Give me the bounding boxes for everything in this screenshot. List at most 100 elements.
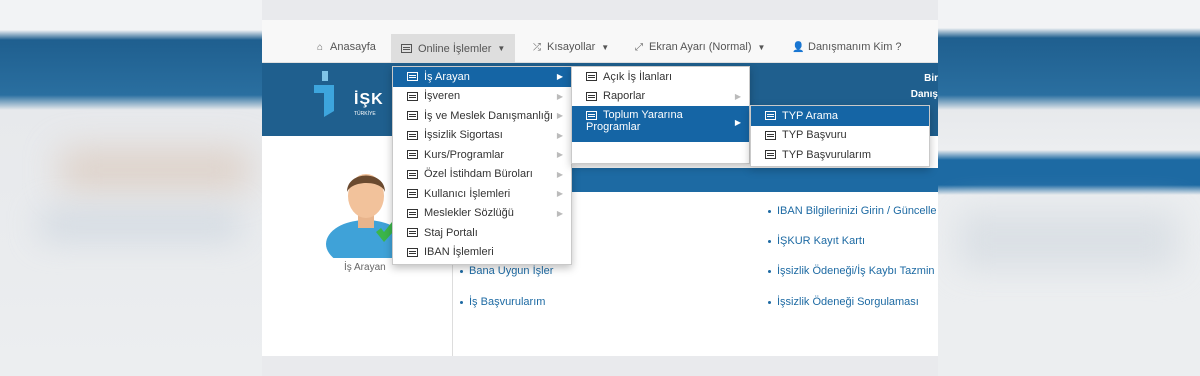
menu-item-label: TYP Başvuru	[782, 129, 847, 142]
menu-item-label: TYP Başvurularım	[782, 148, 872, 161]
menu-item-typ-search[interactable]: TYP Arama	[751, 106, 929, 126]
menu-item-unemployment-insurance[interactable]: İşsizlik Sigortası ▶	[393, 126, 571, 146]
nav-home-label: Anasayfa	[330, 41, 376, 53]
menu-item-occupations-dictionary[interactable]: Meslekler Sözlüğü ▶	[393, 204, 571, 224]
caret-down-icon: ▼	[757, 42, 766, 52]
caret-right-icon: ▶	[556, 130, 563, 140]
bullet-icon	[768, 269, 771, 273]
menu-item-label-row: Toplum Yararına	[586, 109, 683, 121]
list-icon	[407, 91, 418, 101]
caret-right-icon: ▶	[556, 189, 563, 198]
link-my-applications[interactable]: İş Başvurularım	[460, 296, 545, 308]
logo-subtext: TÜRKİYE	[354, 111, 376, 117]
nav-online-operations[interactable]: Online İşlemler ▼	[391, 34, 516, 63]
menu-item-label: Raporlar	[603, 90, 646, 103]
nav-home[interactable]: ⌂ Anasayfa	[314, 34, 376, 60]
logo-mark-icon	[314, 71, 334, 117]
link-label: İşsizlik Ödeneği/İş Kaybı Tazmin	[777, 265, 935, 277]
caret-right-icon: ▶	[734, 118, 741, 127]
menu-item-label: Kullanıcı İşlemleri	[424, 187, 511, 200]
bullet-icon	[460, 269, 463, 273]
nav-online-label: Online İşlemler	[418, 42, 492, 55]
menu-item-job-seeker[interactable]: İş Arayan ▶	[393, 67, 571, 87]
list-icon	[765, 111, 776, 121]
expand-icon: ⤢	[635, 41, 643, 53]
bullet-icon	[768, 300, 771, 304]
menu-item-label: Meslekler Sözlüğü	[424, 207, 514, 220]
list-icon	[407, 228, 418, 238]
menu-item-open-job-listings[interactable]: Açık İş İlanları	[572, 67, 749, 87]
top-navbar: ⌂ Anasayfa Online İşlemler ▼ ⤮ Kısayolla…	[262, 20, 938, 63]
list-icon	[586, 72, 597, 82]
avatar-label: İş Arayan	[344, 262, 386, 273]
caret-right-icon: ▶	[556, 169, 563, 179]
link-label: Bana Uygun İşler	[469, 265, 554, 277]
list-icon	[765, 130, 776, 140]
link-unemployment-benefit[interactable]: İşsizlik Ödeneği/İş Kaybı Tazmin	[768, 265, 935, 277]
page: ⌂ Anasayfa Online İşlemler ▼ ⤮ Kısayolla…	[262, 20, 938, 356]
menu-item-label: İş Arayan	[424, 70, 470, 83]
menu-item-employer[interactable]: İşveren ▶	[393, 87, 571, 107]
menu-item-label: İşveren	[424, 90, 461, 103]
caret-down-icon: ▼	[601, 42, 610, 52]
caret-right-icon: ▶	[556, 91, 563, 101]
bullet-icon	[460, 300, 463, 304]
blurred-left-background	[0, 0, 262, 376]
caret-right-icon: ▶	[556, 150, 563, 159]
home-icon: ⌂	[316, 41, 324, 53]
menu-item-label: IBAN İşlemleri	[424, 246, 494, 259]
link-iban[interactable]: IBAN Bilgilerinizi Girin / Güncelle	[768, 205, 937, 217]
menu-item-label: Staj Portalı	[424, 226, 478, 239]
menu-item-internship-portal[interactable]: Staj Portalı	[393, 223, 571, 243]
link-suitable-jobs[interactable]: Bana Uygun İşler	[460, 265, 553, 277]
menu-item-private-agencies[interactable]: Özel İstihdam Büroları ▶	[393, 165, 571, 185]
menu-item-career-counseling[interactable]: İş ve Meslek Danışmanlığı ▶	[393, 106, 571, 126]
menu-item-label: TYP Arama	[782, 109, 839, 122]
menu-item-community-programs[interactable]: Toplum Yararına Programlar ▶	[572, 106, 749, 142]
link-benefit-query[interactable]: İşsizlik Ödeneği Sorgulaması	[768, 296, 919, 308]
menu-item-label: Açık İş İlanları	[603, 70, 673, 83]
user-icon: 👤	[792, 41, 805, 53]
menu-item-iban[interactable]: IBAN İşlemleri	[393, 243, 571, 263]
link-label: IBAN Bilgilerinizi Girin / Güncelle	[777, 205, 937, 217]
iskur-logo[interactable]: İŞK TÜRKİYE	[306, 67, 396, 127]
caret-down-icon: ▼	[497, 44, 506, 53]
nav-screen-settings[interactable]: ⤢ Ekran Ayarı (Normal) ▼	[633, 34, 765, 60]
typ-submenu: TYP Arama TYP Başvuru TYP Başvurularım	[750, 105, 930, 167]
list-icon	[407, 189, 418, 199]
list-icon	[407, 72, 418, 82]
nav-screen-label: Ekran Ayarı (Normal)	[649, 41, 752, 53]
menu-item-courses[interactable]: Kurs/Programlar ▶	[393, 145, 571, 165]
menu-item-label: Özel İstihdam Büroları	[424, 168, 533, 181]
nav-advisor[interactable]: 👤 Danışmanım Kim ?	[792, 34, 902, 60]
online-operations-menu: İş Arayan ▶ İşveren ▶ İş ve Meslek Danışma…	[392, 66, 572, 265]
menu-item-label: İşsizlik Sigortası	[424, 129, 503, 142]
shuffle-icon: ⤮	[533, 41, 541, 53]
list-icon	[401, 44, 412, 53]
menu-item-label: Kurs/Programlar	[424, 148, 505, 161]
caret-right-icon: ▶	[556, 72, 563, 81]
list-icon	[407, 150, 418, 160]
menu-item-user-operations[interactable]: Kullanıcı İşlemleri ▶	[393, 184, 571, 204]
menu-item-label-line1: Toplum Yararına	[603, 109, 683, 121]
menu-item-typ-apply[interactable]: TYP Başvuru	[751, 126, 929, 146]
list-icon	[586, 91, 597, 101]
menu-item-label: İş ve Meslek Danışmanlığı	[424, 109, 553, 122]
menu-item-label-line2: Programlar	[586, 121, 641, 133]
list-icon	[586, 110, 597, 120]
menu-item-typ-my-applications[interactable]: TYP Başvurularım	[751, 145, 929, 165]
list-icon	[765, 150, 776, 160]
header-right-text-1: Bir	[924, 73, 938, 84]
blurred-right-background	[938, 0, 1200, 376]
link-registration-card[interactable]: İŞKUR Kayıt Kartı	[768, 235, 865, 247]
bullet-icon	[768, 209, 771, 213]
nav-advisor-label: Danışmanım Kim ?	[808, 41, 902, 53]
caret-right-icon: ▶	[734, 91, 741, 101]
list-icon	[407, 111, 418, 121]
nav-shortcuts[interactable]: ⤮ Kısayollar ▼	[531, 34, 609, 60]
link-label: İşsizlik Ödeneği Sorgulaması	[777, 296, 919, 308]
caret-right-icon: ▶	[556, 111, 563, 120]
menu-item-reports[interactable]: Raporlar ▶	[572, 87, 749, 107]
header-right-text-2: Danış	[910, 89, 938, 100]
link-label: İŞKUR Kayıt Kartı	[777, 235, 866, 247]
